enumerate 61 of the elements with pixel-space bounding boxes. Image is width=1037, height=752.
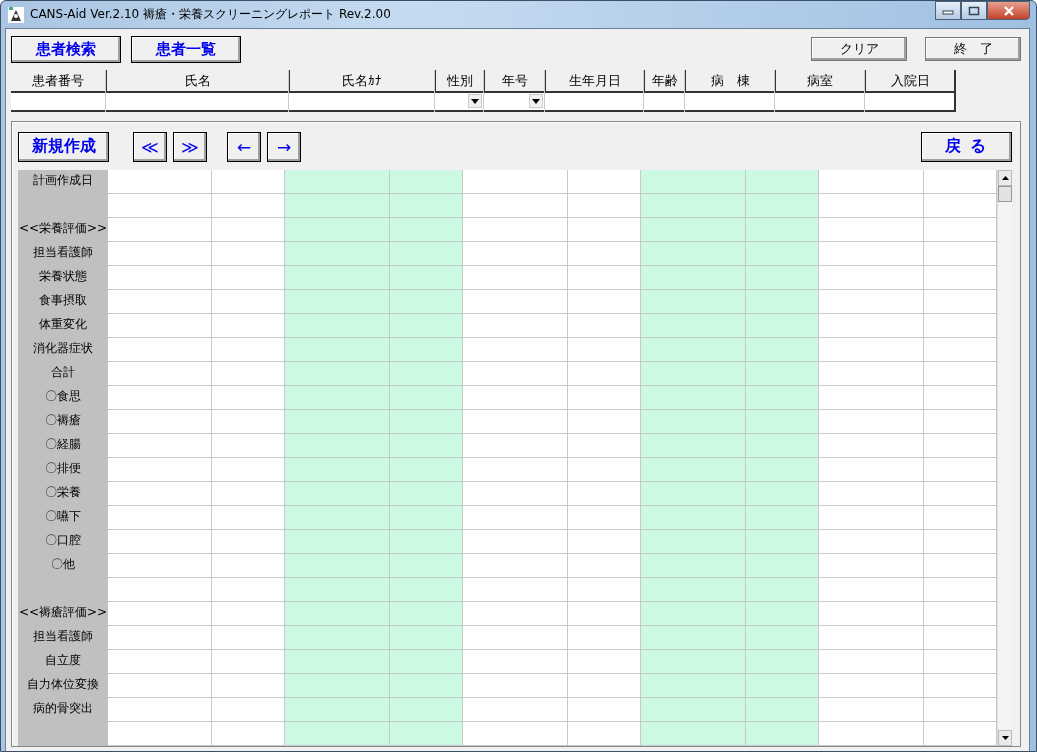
maximize-button[interactable] — [961, 1, 987, 20]
row-label-text: 担当看護師 — [33, 628, 93, 644]
column-header: 年号 — [484, 70, 544, 93]
row-label-text: 食事摂取 — [39, 292, 87, 308]
column-header: 氏名 — [106, 70, 288, 93]
scroll-thumb[interactable] — [998, 186, 1012, 202]
row-label-text: 〇口腔 — [45, 532, 81, 548]
scroll-up-icon[interactable] — [1001, 176, 1009, 180]
action-button[interactable]: クリア — [811, 37, 907, 61]
column-header: 生年月日 — [545, 70, 643, 93]
action-button[interactable]: 終 了 — [925, 37, 1021, 61]
row-label-text: 担当看護師 — [33, 244, 93, 260]
input-field[interactable] — [484, 93, 544, 112]
patient-button[interactable]: 患者検索 — [11, 35, 121, 63]
row-label-text: 体重変化 — [39, 316, 87, 332]
close-icon — [1002, 5, 1015, 16]
row-label-text: 消化器症状 — [33, 340, 93, 356]
row-label-text: 〇経腸 — [45, 436, 81, 452]
column-header: 年齢 — [644, 70, 684, 93]
nav-button[interactable]: ≫ — [173, 131, 207, 162]
scroll-down-icon[interactable] — [1001, 736, 1009, 740]
back-button[interactable]: 戻 る — [921, 131, 1012, 162]
row-label-text: 〇栄養 — [45, 484, 81, 500]
input-field[interactable] — [644, 93, 684, 112]
patient-button[interactable]: 患者一覧 — [131, 35, 241, 63]
column-header: 病 棟 — [685, 70, 774, 93]
row-label-text: 栄養状態 — [39, 268, 87, 284]
column-header: 入院日 — [865, 70, 954, 93]
maximize-icon — [968, 5, 980, 16]
row-label-text: 計画作成日 — [33, 172, 93, 188]
nav-button[interactable]: ← — [227, 131, 261, 162]
input-field[interactable] — [11, 93, 105, 112]
input-field[interactable] — [775, 93, 864, 112]
input-field[interactable] — [289, 93, 434, 112]
input-field[interactable] — [106, 93, 288, 112]
input-field[interactable] — [685, 93, 774, 112]
row-label-text: <<栄養評価>> — [18, 220, 108, 236]
new-button[interactable]: 新規作成 — [18, 131, 109, 162]
minimize-button[interactable] — [935, 1, 961, 20]
input-field[interactable] — [435, 93, 483, 112]
window-title: CANS-Aid Ver.2.10 褥瘡・栄養スクリーニングレポート Rev.2.00 — [30, 6, 391, 23]
row-label-text: 〇嚥下 — [45, 508, 81, 524]
row-label-text: 〇食思 — [45, 388, 81, 404]
row-label-text: 自力体位変換 — [27, 676, 99, 692]
row-label-text: 合計 — [51, 364, 75, 380]
row-label-text: 〇他 — [51, 556, 75, 572]
row-label-text: 病的骨突出 — [33, 700, 93, 716]
nav-button[interactable]: ≪ — [133, 131, 167, 162]
column-header: 氏名ｶﾅ — [289, 70, 434, 93]
row-label-text: 自立度 — [45, 652, 81, 668]
row-label-text: 〇排便 — [45, 460, 81, 476]
column-header: 性別 — [435, 70, 483, 93]
input-field[interactable] — [545, 93, 643, 112]
app-logo-icon — [7, 5, 25, 24]
nav-button[interactable]: → — [267, 131, 301, 162]
input-field[interactable] — [865, 93, 954, 112]
row-label-text: 〇褥瘡 — [45, 412, 81, 428]
column-header: 病室 — [775, 70, 864, 93]
close-button[interactable] — [987, 1, 1030, 20]
row-label-text: <<褥瘡評価>> — [18, 604, 108, 620]
vertical-scrollbar[interactable] — [997, 170, 1012, 746]
